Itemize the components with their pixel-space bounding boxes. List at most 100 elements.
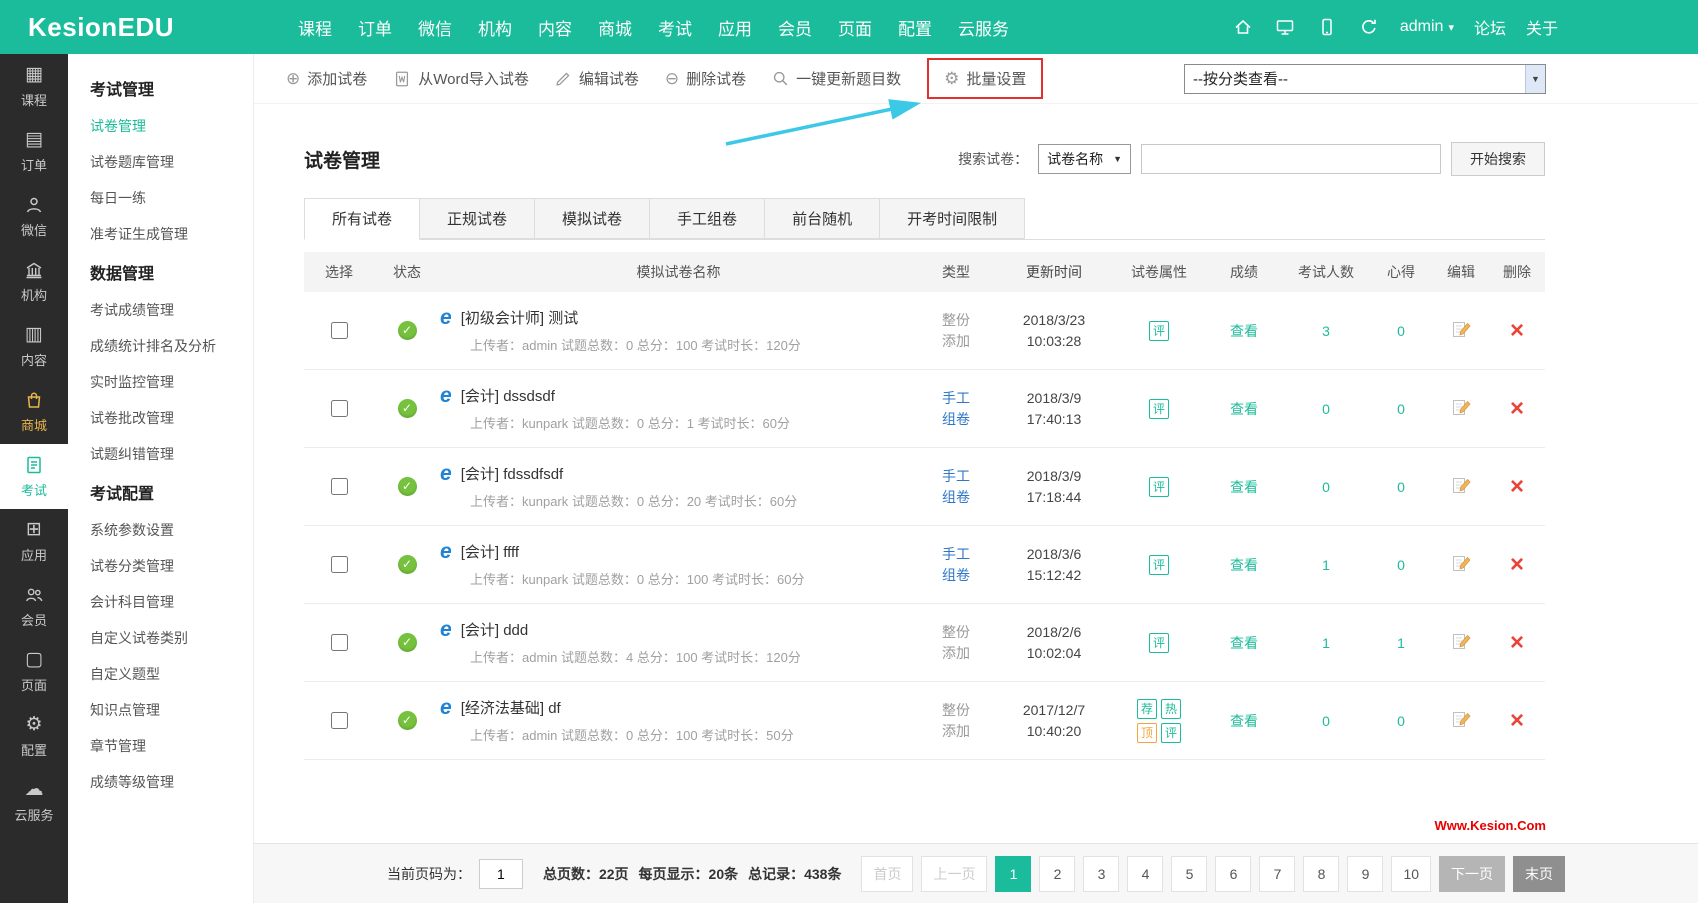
nav-settings[interactable]: 配置	[898, 15, 932, 40]
submenu-item-daily-practice[interactable]: 每日一练	[90, 188, 253, 208]
submenu-item-custom-paper-type[interactable]: 自定义试卷类别	[90, 628, 253, 648]
page-button-2[interactable]: 2	[1039, 855, 1076, 892]
submenu-item-score-mgmt[interactable]: 考试成绩管理	[90, 300, 253, 320]
paper-name-link[interactable]: [初级会计师] 测试	[461, 307, 579, 328]
rail-item-organization[interactable]: 机构	[0, 249, 68, 314]
paper-name-link[interactable]: [会计] ddd	[461, 619, 529, 640]
mobile-icon[interactable]	[1316, 16, 1338, 38]
first-page-button[interactable]: 首页	[861, 855, 914, 892]
edit-icon[interactable]	[1451, 475, 1471, 495]
paper-name-link[interactable]: [经济法基础] df	[461, 697, 561, 718]
tab-frontend-random[interactable]: 前台随机	[765, 198, 881, 239]
rail-item-orders[interactable]: ▤ 订单	[0, 119, 68, 184]
rail-item-pages[interactable]: ▢ 页面	[0, 639, 68, 704]
submenu-item-paper-grading[interactable]: 试卷批改管理	[90, 408, 253, 428]
page-button-9[interactable]: 9	[1347, 855, 1384, 892]
delete-icon[interactable]: ×	[1510, 707, 1524, 734]
view-score-link[interactable]: 查看	[1230, 713, 1258, 729]
submenu-item-realtime-monitor[interactable]: 实时监控管理	[90, 372, 253, 392]
submenu-item-custom-question-type[interactable]: 自定义题型	[90, 664, 253, 684]
current-page-input[interactable]	[478, 858, 523, 889]
submenu-item-admission-ticket[interactable]: 准考证生成管理	[90, 224, 253, 244]
page-button-1[interactable]: 1	[995, 855, 1032, 892]
examinee-count-link[interactable]: 3	[1322, 323, 1330, 339]
notes-count-link[interactable]: 0	[1397, 401, 1405, 417]
page-button-3[interactable]: 3	[1083, 855, 1120, 892]
submenu-item-paper-category[interactable]: 试卷分类管理	[90, 556, 253, 576]
notes-count-link[interactable]: 0	[1397, 713, 1405, 729]
delete-icon[interactable]: ×	[1510, 551, 1524, 578]
edit-icon[interactable]	[1451, 709, 1471, 729]
page-button-6[interactable]: 6	[1215, 855, 1252, 892]
view-score-link[interactable]: 查看	[1230, 323, 1258, 339]
rail-item-cloud[interactable]: ☁ 云服务	[0, 769, 68, 834]
nav-shop[interactable]: 商城	[598, 15, 632, 40]
nav-organization[interactable]: 机构	[478, 15, 512, 40]
submenu-item-accounting-subjects[interactable]: 会计科目管理	[90, 592, 253, 612]
notes-count-link[interactable]: 0	[1397, 323, 1405, 339]
examinee-count-link[interactable]: 0	[1322, 479, 1330, 495]
submenu-item-paper-mgmt[interactable]: 试卷管理	[90, 116, 253, 136]
page-button-4[interactable]: 4	[1127, 855, 1164, 892]
prev-page-button[interactable]: 上一页	[921, 855, 988, 892]
paper-name-link[interactable]: [会计] dssdsdf	[461, 385, 555, 406]
submenu-item-knowledge-points[interactable]: 知识点管理	[90, 700, 253, 720]
page-button-5[interactable]: 5	[1171, 855, 1208, 892]
tab-mock-papers[interactable]: 模拟试卷	[535, 198, 651, 239]
examinee-count-link[interactable]: 0	[1322, 401, 1330, 417]
edit-paper-button[interactable]: 编辑试卷	[555, 68, 639, 89]
tab-regular-papers[interactable]: 正规试卷	[420, 198, 536, 239]
nav-apps[interactable]: 应用	[718, 15, 752, 40]
tab-all-papers[interactable]: 所有试卷	[304, 198, 421, 240]
notes-count-link[interactable]: 1	[1397, 635, 1405, 651]
rail-item-settings[interactable]: ⚙ 配置	[0, 704, 68, 769]
import-word-button[interactable]: 从Word导入试卷	[393, 68, 529, 89]
edit-icon[interactable]	[1451, 553, 1471, 573]
submenu-item-chapter-mgmt[interactable]: 章节管理	[90, 736, 253, 756]
submenu-item-grade-levels[interactable]: 成绩等级管理	[90, 772, 253, 792]
edit-icon[interactable]	[1451, 397, 1471, 417]
nav-wechat[interactable]: 微信	[418, 15, 452, 40]
row-checkbox[interactable]	[330, 478, 348, 495]
paper-name-link[interactable]: [会计] ffff	[461, 541, 519, 562]
nav-orders[interactable]: 订单	[358, 15, 392, 40]
next-page-button[interactable]: 下一页	[1439, 855, 1506, 892]
tab-time-limit[interactable]: 开考时间限制	[880, 198, 1026, 239]
view-score-link[interactable]: 查看	[1230, 557, 1258, 573]
row-checkbox[interactable]	[330, 400, 348, 417]
examinee-count-link[interactable]: 0	[1322, 713, 1330, 729]
delete-icon[interactable]: ×	[1510, 317, 1524, 344]
row-checkbox[interactable]	[330, 634, 348, 651]
nav-content[interactable]: 内容	[538, 15, 572, 40]
rail-item-apps[interactable]: ⊞ 应用	[0, 509, 68, 574]
rail-item-members[interactable]: 会员	[0, 574, 68, 639]
tab-manual-papers[interactable]: 手工组卷	[650, 198, 766, 239]
batch-settings-button[interactable]: ⚙ 批量设置	[944, 68, 1026, 89]
view-score-link[interactable]: 查看	[1230, 401, 1258, 417]
submenu-item-system-params[interactable]: 系统参数设置	[90, 520, 253, 540]
last-page-button[interactable]: 末页	[1513, 855, 1566, 892]
search-button[interactable]: 开始搜索	[1451, 142, 1545, 176]
nav-courses[interactable]: 课程	[298, 15, 332, 40]
monitor-icon[interactable]	[1274, 16, 1296, 38]
page-button-10[interactable]: 10	[1391, 855, 1432, 892]
row-checkbox[interactable]	[330, 712, 348, 729]
user-dropdown[interactable]: admin ▾	[1400, 18, 1454, 36]
add-paper-button[interactable]: ⊕ 添加试卷	[286, 68, 367, 89]
nav-members[interactable]: 会员	[778, 15, 812, 40]
search-input[interactable]	[1141, 144, 1441, 174]
rail-item-courses[interactable]: ▦ 课程	[0, 54, 68, 119]
delete-icon[interactable]: ×	[1510, 473, 1524, 500]
rail-item-wechat[interactable]: 微信	[0, 184, 68, 249]
about-link[interactable]: 关于	[1526, 15, 1558, 39]
nav-exam[interactable]: 考试	[658, 15, 692, 40]
row-checkbox[interactable]	[330, 556, 348, 573]
refresh-icon[interactable]	[1358, 16, 1380, 38]
nav-cloud[interactable]: 云服务	[958, 15, 1009, 40]
search-field-select[interactable]: 试卷名称 ▼	[1038, 144, 1131, 174]
examinee-count-link[interactable]: 1	[1322, 557, 1330, 573]
page-button-8[interactable]: 8	[1303, 855, 1340, 892]
rail-item-shop[interactable]: 商城	[0, 379, 68, 444]
rail-item-content[interactable]: ▥ 内容	[0, 314, 68, 379]
submenu-item-score-stats[interactable]: 成绩统计排名及分析	[90, 336, 253, 356]
